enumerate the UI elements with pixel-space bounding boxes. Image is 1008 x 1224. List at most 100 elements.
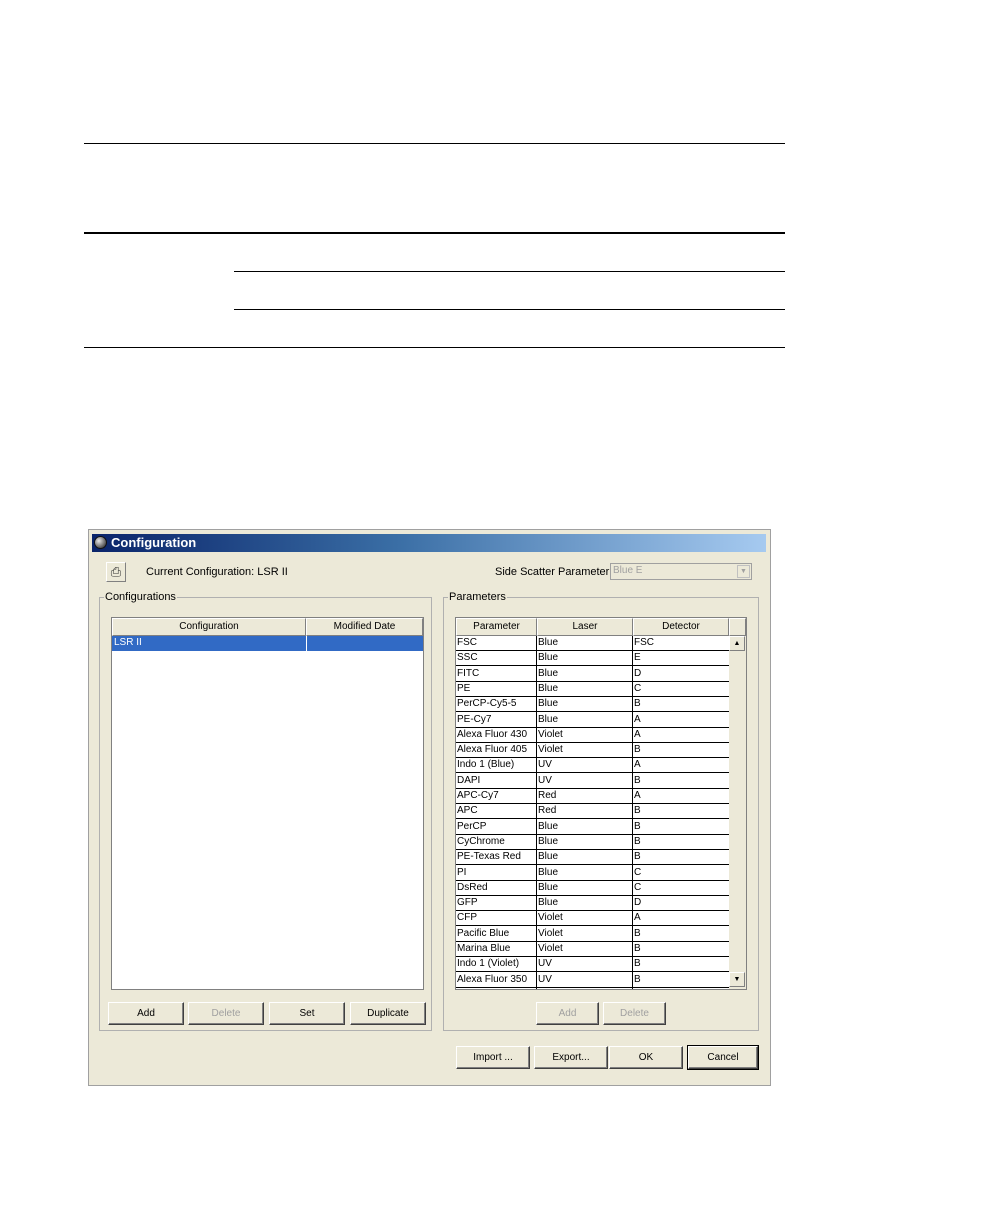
delete-parameter-button[interactable]: Delete	[603, 1002, 666, 1025]
column-divider	[632, 636, 633, 989]
vertical-scrollbar[interactable]: ▲ ▼	[729, 636, 746, 989]
document-rule	[84, 143, 785, 144]
add-parameter-button[interactable]: Add	[536, 1002, 599, 1025]
table-row[interactable]: PerCP-Cy5-5 Blue B	[456, 697, 729, 713]
laser-cell: Red	[538, 790, 557, 801]
table-row[interactable]: Indo 1 (Blue) UV A	[456, 758, 729, 774]
detector-cell: B	[634, 774, 641, 786]
current-configuration-label: Current Configuration: LSR II	[146, 566, 288, 578]
laser-cell: Blue	[538, 835, 559, 847]
detector-cell: A	[634, 728, 641, 740]
cancel-button[interactable]: Cancel	[687, 1045, 759, 1070]
detector-cell: B	[634, 973, 641, 985]
table-row[interactable]: Pacific Blue Violet B	[456, 927, 729, 942]
side-scatter-value: Blue E	[613, 565, 643, 576]
table-row[interactable]: PE-Cy7 Blue A	[456, 713, 729, 728]
header-filler	[729, 618, 746, 636]
set-configuration-button[interactable]: Set	[269, 1002, 345, 1025]
detector-cell: B	[634, 927, 641, 939]
laser-cell: Blue	[538, 897, 559, 909]
table-row[interactable]: Marina Blue Violet B	[456, 942, 729, 957]
table-row[interactable]: FITC Blue D	[456, 667, 729, 682]
laser-cell: Violet	[538, 927, 563, 939]
detector-cell: A	[634, 790, 641, 801]
parameter-cell: PerCP-Cy5-5	[457, 698, 517, 710]
table-row[interactable]: Indo 1 (Violet) UV B	[456, 957, 729, 973]
detector-cell: B	[634, 820, 641, 832]
delete-configuration-button[interactable]: Delete	[188, 1002, 264, 1025]
table-row[interactable]: Alexa Fluor 405 Violet B	[456, 743, 729, 759]
parameter-cell: FITC	[457, 667, 480, 679]
ok-button[interactable]: OK	[609, 1046, 683, 1069]
scroll-up-arrow-icon[interactable]: ▲	[729, 636, 745, 651]
laser-cell: UV	[538, 774, 552, 786]
detector-cell: E	[634, 652, 641, 664]
parameters-table: Parameter Laser Detector FSC Blue FSC SSC Bl…	[455, 617, 747, 990]
column-header-detector[interactable]: Detector	[633, 618, 729, 636]
parameter-cell: Pacific Blue	[457, 927, 510, 939]
table-row[interactable]: Alexa Fluor 430 Violet A	[456, 728, 729, 743]
table-row[interactable]: CyChrome Blue B	[456, 835, 729, 850]
table-row[interactable]: PE-Texas Red Blue B	[456, 850, 729, 866]
scroll-down-arrow-icon[interactable]: ▼	[729, 972, 745, 987]
parameter-cell: FSC	[457, 637, 477, 648]
column-header-modified-date[interactable]: Modified Date	[306, 618, 423, 636]
parameter-cell: PI	[457, 866, 467, 878]
laser-cell: UV	[538, 958, 552, 970]
document-rule	[84, 347, 785, 348]
laser-cell: Blue	[538, 637, 559, 648]
column-header-laser[interactable]: Laser	[537, 618, 633, 636]
export-button[interactable]: Export...	[534, 1046, 608, 1069]
app-globe-icon	[94, 536, 107, 549]
laser-cell: Blue	[538, 881, 559, 893]
laser-cell: Blue	[538, 820, 559, 832]
column-header-parameter[interactable]: Parameter	[456, 618, 537, 636]
chevron-down-icon: ▼	[737, 565, 750, 578]
parameter-cell: APC	[457, 805, 478, 817]
column-header-configuration[interactable]: Configuration	[112, 618, 306, 636]
table-row[interactable]: GFP Blue D	[456, 896, 729, 912]
detector-cell: A	[634, 713, 641, 725]
parameter-cell: PE-Cy7	[457, 713, 492, 725]
configuration-name: LSR II	[114, 637, 142, 648]
title-bar[interactable]: Configuration	[92, 534, 766, 552]
parameter-cell: PerCP	[457, 820, 487, 832]
parameter-cell: Alexa Fluor 350	[457, 973, 528, 985]
laser-cell: UV	[538, 973, 552, 985]
table-row[interactable]: DAPI UV B	[456, 774, 729, 789]
table-row[interactable]: CFP Violet A	[456, 911, 729, 927]
laser-cell: Blue	[538, 698, 559, 710]
parameter-cell: SSC	[457, 652, 478, 664]
detector-cell: B	[634, 835, 641, 847]
table-row[interactable]: SSC Blue E	[456, 651, 729, 667]
laser-cell: Blue	[538, 652, 559, 664]
import-button[interactable]: Import ...	[456, 1046, 530, 1069]
table-row[interactable]: LSR II	[112, 636, 423, 651]
detector-cell: C	[634, 881, 642, 893]
detector-cell: B	[634, 805, 641, 817]
parameter-cell: Alexa Fluor 405	[457, 744, 528, 756]
parameter-cell: Indo 1 (Violet)	[457, 958, 520, 970]
document-rule	[84, 232, 785, 234]
table-row[interactable]: APC-Cy7 Red A	[456, 789, 729, 804]
parameter-cell: GFP	[457, 897, 478, 909]
parameter-cell: CyChrome	[457, 835, 505, 847]
detector-cell: A	[634, 912, 641, 924]
detector-cell: B	[634, 698, 641, 710]
detector-cell: FSC	[634, 637, 654, 648]
parameter-cell: Marina Blue	[457, 943, 511, 954]
add-configuration-button[interactable]: Add	[108, 1002, 184, 1025]
side-scatter-select: Blue E ▼	[610, 563, 752, 580]
table-row[interactable]: DsRed Blue C	[456, 881, 729, 896]
table-row[interactable]: Alexa Fluor 350 UV B	[456, 973, 729, 988]
parameter-cell: PE-Texas Red	[457, 851, 521, 863]
table-row[interactable]: PerCP Blue B	[456, 820, 729, 835]
table-row[interactable]: FSC Blue FSC	[456, 636, 729, 651]
configuration-dialog: Configuration ⎙ Current Configuration: L…	[88, 529, 771, 1086]
table-row[interactable]: PI Blue C	[456, 866, 729, 881]
parameter-cell: DAPI	[457, 774, 481, 786]
table-row[interactable]: APC Red B	[456, 804, 729, 820]
duplicate-configuration-button[interactable]: Duplicate	[350, 1002, 426, 1025]
table-row[interactable]: PE Blue C	[456, 682, 729, 697]
printer-icon[interactable]: ⎙	[106, 562, 126, 582]
